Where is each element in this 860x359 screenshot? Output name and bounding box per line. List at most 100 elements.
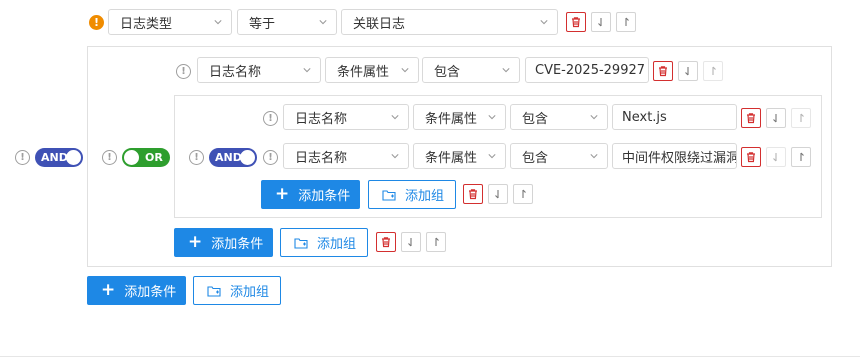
root-add-condition-button[interactable]: + 添加条件	[87, 276, 186, 305]
group1-logic-toggle[interactable]: OR	[122, 148, 170, 167]
move-down-button[interactable]	[591, 12, 611, 32]
chevron-down-icon	[590, 113, 598, 121]
select-value: 包含	[434, 64, 461, 80]
chevron-down-icon	[590, 152, 598, 160]
button-label: 添加组	[230, 285, 270, 300]
move-down-button[interactable]	[678, 61, 698, 81]
chevron-down-icon	[540, 18, 548, 26]
arrow-down-icon	[770, 112, 782, 124]
chevron-down-icon	[502, 66, 510, 74]
chevron-down-icon	[488, 152, 496, 160]
move-up-button[interactable]	[791, 147, 811, 167]
select-value: 包含	[522, 111, 549, 127]
input-value: CVE-2025-29927	[535, 62, 646, 78]
button-label: 添加组	[317, 237, 357, 252]
group2-row1-operator-select[interactable]: 包含	[510, 104, 608, 130]
root-value-select[interactable]: 关联日志	[341, 9, 558, 35]
input-value: 中间件权限绕过漏洞	[622, 150, 737, 166]
select-value: 包含	[522, 150, 549, 166]
group2-row2-operator-select[interactable]: 包含	[510, 143, 608, 169]
select-value: 日志名称	[295, 150, 348, 166]
info-icon: !	[263, 150, 278, 165]
chevron-down-icon	[401, 66, 409, 74]
arrow-up-icon	[430, 236, 442, 248]
delete-button[interactable]	[566, 12, 586, 32]
group2-add-group-button[interactable]: 添加组	[368, 180, 456, 209]
plus-icon: +	[275, 184, 290, 204]
info-icon: !	[189, 150, 204, 165]
delete-button[interactable]	[463, 184, 483, 204]
trash-icon	[570, 16, 582, 28]
delete-button[interactable]	[653, 61, 673, 81]
chevron-down-icon	[214, 18, 222, 26]
input-value: Next.js	[622, 109, 667, 125]
move-down-button[interactable]	[766, 147, 786, 167]
group2-logic-toggle[interactable]: AND	[209, 148, 257, 167]
trash-icon	[745, 151, 757, 163]
move-up-button[interactable]	[426, 232, 446, 252]
group1-add-condition-button[interactable]: + 添加条件	[174, 228, 273, 257]
root-field-select[interactable]: 日志类型	[108, 9, 232, 35]
move-down-button[interactable]	[766, 108, 786, 128]
group1-value-input[interactable]: CVE-2025-29927	[525, 57, 649, 83]
root-logic-toggle[interactable]: AND	[35, 148, 83, 167]
arrow-up-icon	[620, 16, 632, 28]
select-value: 条件属性	[425, 111, 478, 127]
arrow-down-icon	[770, 151, 782, 163]
folder-add-icon	[294, 237, 308, 249]
select-value: 关联日志	[353, 16, 406, 32]
info-icon: !	[102, 150, 117, 165]
group2-row2-value-input[interactable]: 中间件权限绕过漏洞	[612, 143, 737, 169]
select-value: 日志类型	[120, 16, 173, 32]
plus-icon: +	[101, 280, 116, 300]
toggle-knob	[66, 150, 81, 165]
info-icon: !	[176, 64, 191, 79]
root-add-group-button[interactable]: 添加组	[193, 276, 281, 305]
folder-add-icon	[207, 285, 221, 297]
group2-add-condition-button[interactable]: + 添加条件	[261, 180, 360, 209]
trash-icon	[380, 236, 392, 248]
root-operator-select[interactable]: 等于	[237, 9, 337, 35]
delete-button[interactable]	[376, 232, 396, 252]
group2-row1-attr-select[interactable]: 条件属性	[413, 104, 506, 130]
arrow-down-icon	[492, 188, 504, 200]
trash-icon	[657, 65, 669, 77]
group1-field-select[interactable]: 日志名称	[197, 57, 321, 83]
arrow-up-icon	[707, 65, 719, 77]
group2-row1-value-input[interactable]: Next.js	[612, 104, 737, 130]
group2-row2-field-select[interactable]: 日志名称	[283, 143, 409, 169]
toggle-label: AND	[215, 151, 242, 164]
move-down-button[interactable]	[488, 184, 508, 204]
button-label: 添加条件	[124, 285, 177, 300]
delete-button[interactable]	[741, 147, 761, 167]
group2-row1-field-select[interactable]: 日志名称	[283, 104, 409, 130]
info-icon: !	[263, 111, 278, 126]
button-label: 添加组	[405, 189, 445, 204]
move-up-button[interactable]	[616, 12, 636, 32]
button-label: 添加条件	[211, 237, 264, 252]
arrow-up-icon	[795, 151, 807, 163]
chevron-down-icon	[391, 152, 399, 160]
move-up-button[interactable]	[703, 61, 723, 81]
warning-icon: !	[89, 15, 104, 30]
group1-attr-select[interactable]: 条件属性	[325, 57, 419, 83]
arrow-down-icon	[405, 236, 417, 248]
move-up-button[interactable]	[791, 108, 811, 128]
group2-row2-attr-select[interactable]: 条件属性	[413, 143, 506, 169]
move-up-button[interactable]	[513, 184, 533, 204]
arrow-down-icon	[595, 16, 607, 28]
group1-add-group-button[interactable]: 添加组	[280, 228, 368, 257]
trash-icon	[467, 188, 479, 200]
toggle-knob	[240, 150, 255, 165]
info-icon: !	[15, 150, 30, 165]
delete-button[interactable]	[741, 108, 761, 128]
arrow-down-icon	[682, 65, 694, 77]
toggle-label: OR	[145, 151, 163, 164]
toggle-label: AND	[41, 151, 68, 164]
plus-icon: +	[188, 232, 203, 252]
group1-operator-select[interactable]: 包含	[422, 57, 520, 83]
trash-icon	[745, 112, 757, 124]
move-down-button[interactable]	[401, 232, 421, 252]
chevron-down-icon	[391, 113, 399, 121]
chevron-down-icon	[319, 18, 327, 26]
